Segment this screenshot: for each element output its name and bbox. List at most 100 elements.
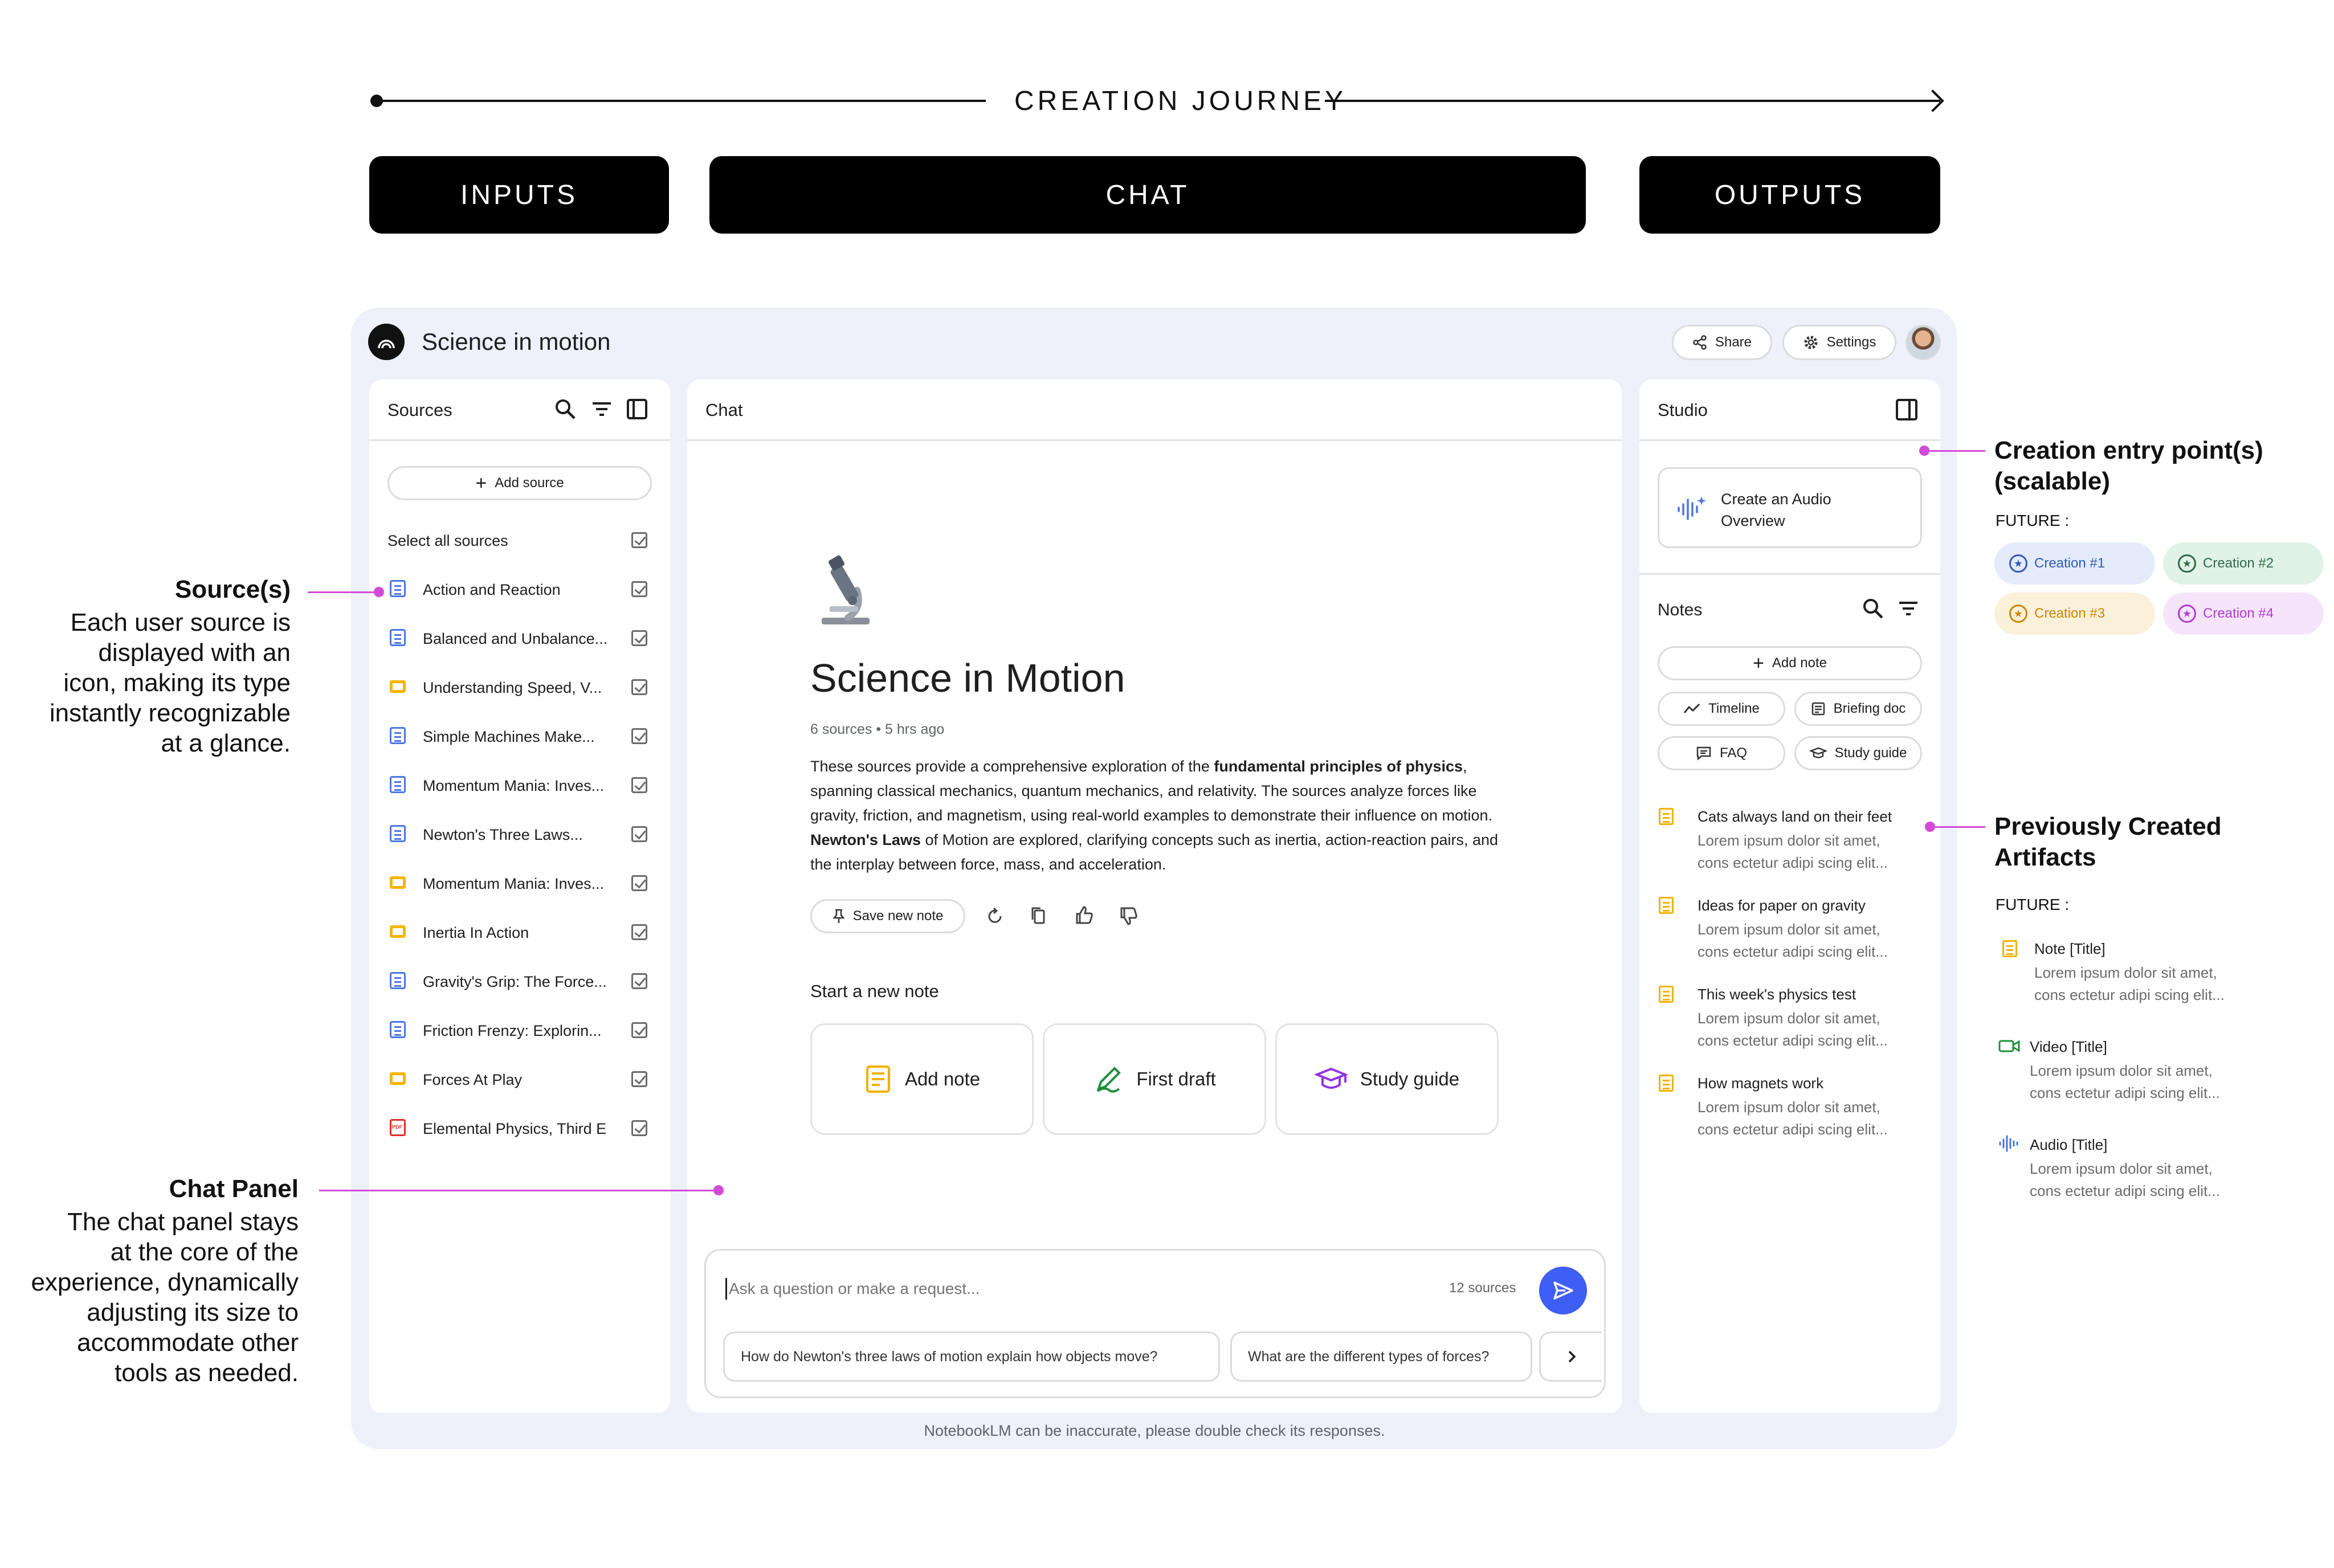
source-label: Understanding Speed, V... [423,679,602,696]
source-checkbox[interactable] [631,777,647,793]
search-icon[interactable] [1862,597,1884,620]
source-checkbox[interactable] [631,973,647,989]
share-button[interactable]: Share [1672,325,1772,360]
suggestion-text: How do Newton's three laws of motion exp… [741,1348,1158,1365]
thumbs-down-icon[interactable] [1117,905,1140,928]
collapse-panel-icon[interactable] [1895,398,1919,422]
source-checkbox[interactable] [631,826,647,842]
note-icon [1659,897,1674,914]
journey-title: CREATION JOURNEY [1014,86,1347,116]
collapse-panel-icon[interactable] [626,398,648,420]
artifact-preview: Lorem ipsum dolor sit amet, [2030,1062,2213,1079]
suggestion-chip[interactable]: What are the different types of forces? [1230,1332,1532,1382]
annotation-line: at the core of the [110,1238,299,1266]
doc-icon [390,1021,406,1038]
annotation-line: displayed with an [98,639,291,667]
creation-chip-2: ★ Creation #2 [2163,542,2324,585]
source-checkbox[interactable] [631,875,647,891]
source-checkbox[interactable] [631,630,647,646]
select-all-checkbox[interactable] [631,532,647,548]
audio-overview-button[interactable]: Create an Audio Overview [1658,467,1922,548]
add-note-button[interactable]: + Add note [1658,646,1922,680]
source-checkbox[interactable] [631,1071,647,1087]
next-suggestions-button[interactable] [1539,1332,1602,1382]
source-label: Newton's Three Laws... [423,826,583,843]
filter-icon[interactable] [1897,598,1920,619]
chat-header: Chat [687,379,1622,441]
study-guide-button[interactable]: Study guide [1794,736,1922,770]
faq-button[interactable]: FAQ [1658,736,1785,770]
chat-panel: Chat Science in Motion 6 sources • 5 hrs… [687,379,1622,1413]
future-label: FUTURE : [1996,512,2070,529]
suggestion-text: What are the different types of forces? [1248,1348,1490,1365]
study-guide-card-label: Study guide [1360,1068,1460,1089]
entry-connector [1925,450,1985,452]
first-draft-card[interactable]: First draft [1043,1023,1266,1135]
search-icon[interactable] [554,398,577,420]
source-checkbox[interactable] [631,924,647,940]
source-checkbox[interactable] [631,1022,647,1038]
timeline-button[interactable]: Timeline [1658,692,1785,726]
notebook-title[interactable]: Science in motion [422,328,611,356]
note-preview: cons ectetur adipi scing elit... [1698,1121,1888,1138]
add-note-label: Add note [1772,655,1827,671]
add-note-card-label: Add note [904,1068,981,1089]
phase-inputs: INPUTS [369,156,669,234]
star-icon: ★ [2178,605,2196,623]
thumbs-up-icon[interactable] [1072,904,1095,926]
refresh-icon[interactable] [984,905,1006,928]
copy-icon[interactable] [1028,905,1051,928]
source-checkbox[interactable] [631,581,647,597]
faq-icon [1696,746,1711,761]
note-preview: Lorem ipsum dolor sit amet, [1698,1099,1880,1116]
slides-icon [390,1072,406,1085]
pin-icon [833,909,845,923]
send-button[interactable] [1539,1267,1587,1314]
text-cursor [725,1278,727,1300]
plus-icon: + [475,472,487,494]
avatar[interactable] [1905,325,1941,360]
summary-bold: Newton's Laws [810,831,921,848]
add-note-card[interactable]: Add note [810,1023,1034,1135]
annotation-line: Each user source is [70,609,291,636]
disclaimer: NotebookLM can be inaccurate, please dou… [924,1422,1385,1439]
source-checkbox[interactable] [631,679,647,695]
annotation-line: Creation entry point(s) [1994,436,2263,464]
study-guide-label: Study guide [1834,745,1907,761]
note-preview: cons ectetur adipi scing elit... [1698,854,1888,871]
journey-line-left [376,100,986,102]
summary-text: These sources provide a comprehensive ex… [810,758,1214,775]
select-all-label: Select all sources [387,532,508,549]
sources-connector-dot [374,587,384,597]
note-title: How magnets work [1698,1075,1824,1092]
source-label: Simple Machines Make... [423,728,595,745]
chat-annotation-body: The chat panel stays at the core of the … [31,1207,299,1388]
suggestion-chip[interactable]: How do Newton's three laws of motion exp… [723,1332,1220,1382]
source-label: Forces At Play [423,1071,523,1088]
timeline-icon [1683,703,1700,713]
save-note-label: Save new note [852,908,944,924]
source-label: Action and Reaction [423,581,561,598]
audio-overview-label: Create an Audio Overview [1721,491,1831,529]
note-title: Ideas for paper on gravity [1698,897,1866,914]
sources-annotation-body: Each user source is displayed with an ic… [50,607,291,758]
settings-button[interactable]: Settings [1782,325,1896,360]
plus-icon: + [1753,652,1764,674]
note-title: Cats always land on their feet [1698,808,1892,825]
add-source-button[interactable]: + Add source [387,466,652,500]
source-checkbox[interactable] [631,728,647,744]
source-checkbox[interactable] [631,1120,647,1136]
study-guide-card[interactable]: Study guide [1275,1023,1499,1135]
sources-panel: Sources + Add source Select all sources … [369,379,670,1413]
annotation-line: adjusting its size to [87,1298,299,1326]
artifact-preview: cons ectetur adipi scing elit... [2030,1182,2220,1199]
save-note-button[interactable]: Save new note [810,899,965,933]
slides-icon [390,876,406,889]
pdf-icon [390,1119,406,1136]
chat-connector-dot [713,1185,724,1195]
briefing-doc-button[interactable]: Briefing doc [1794,692,1922,726]
studio-panel: Studio Create an Audio Overview Notes + … [1639,379,1940,1413]
briefing-doc-label: Briefing doc [1833,701,1906,716]
chat-input[interactable] [729,1276,1401,1302]
filter-icon[interactable] [590,399,613,419]
